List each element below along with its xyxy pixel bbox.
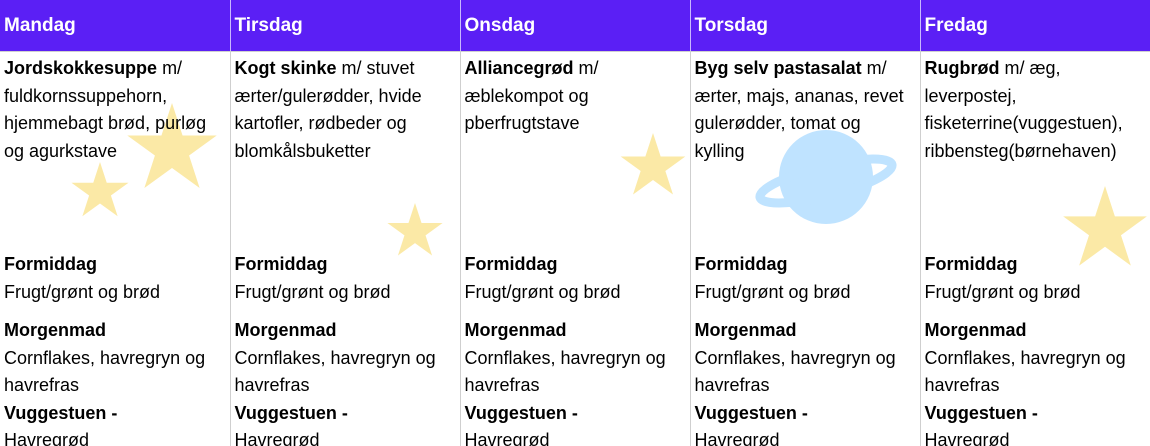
nursery-heading: Vuggestuen - [4, 402, 118, 423]
breakfast-text: Cornflakes, havregryn og havrefras [234, 347, 436, 396]
lunch-cell-tuesday: Kogt skinke m/ stuvet ærter/gulerødder, … [230, 51, 461, 248]
breakfast-text: Cornflakes, havregryn og havrefras [924, 347, 1126, 396]
breakfast-heading: Morgenmad [924, 320, 1027, 340]
weekday-header-row: Mandag Tirsdag Onsdag Torsdag Fredag [0, 0, 1150, 52]
lunch-row: Jordskokkesuppe m/ fuldkornssuppehorn, h… [0, 51, 1150, 249]
nursery-heading: Vuggestuen - [694, 402, 808, 423]
menu-sheet: Mandag Tirsdag Onsdag Torsdag Fredag Jor… [0, 0, 1150, 446]
nursery-heading: Vuggestuen - [464, 402, 578, 423]
lunch-dish: Kogt skinke [234, 58, 337, 78]
snack-heading: Formiddag [694, 254, 788, 274]
snack-text: Frugt/grønt og brød [234, 281, 391, 302]
day-header-thursday: Torsdag [690, 0, 921, 52]
lunch-cell-wednesday: Alliancegrød m/ æblekompot og pberfrugts… [460, 51, 691, 248]
meals-cell-wednesday: Formiddag Frugt/grønt og brød Morgenmad … [460, 248, 691, 446]
nursery-heading: Vuggestuen - [924, 402, 1038, 423]
weekly-menu-table: Mandag Tirsdag Onsdag Torsdag Fredag Jor… [0, 0, 1150, 446]
day-header-friday: Fredag [920, 0, 1150, 52]
meals-cell-thursday: Formiddag Frugt/grønt og brød Morgenmad … [690, 248, 921, 446]
lunch-cell-friday: Rugbrød m/ æg, leverpostej, fisketerrine… [920, 52, 1150, 249]
snack-text: Frugt/grønt og brød [4, 281, 161, 302]
snack-heading: Formiddag [924, 254, 1018, 274]
day-header-monday: Mandag [0, 0, 231, 52]
breakfast-text: Cornflakes, havregryn og havrefras [464, 347, 666, 396]
snack-text: Frugt/grønt og brød [464, 281, 621, 302]
nursery-text: Havregrød [4, 430, 90, 446]
lunch-dish: Alliancegrød [464, 58, 574, 78]
snack-heading: Formiddag [464, 254, 558, 274]
lunch-dish: Rugbrød [924, 58, 1000, 78]
nursery-text: Havregrød [694, 430, 780, 446]
lunch-dish: Byg selv pastasalat [694, 58, 862, 78]
nursery-text: Havregrød [924, 430, 1010, 446]
meals-cell-tuesday: Formiddag Frugt/grønt og brød Morgenmad … [230, 248, 461, 446]
nursery-heading: Vuggestuen - [234, 402, 348, 423]
nursery-text: Havregrød [234, 430, 320, 446]
meals-cell-friday: Formiddag Frugt/grønt og brød Morgenmad … [920, 248, 1150, 446]
day-header-wednesday: Onsdag [460, 0, 691, 52]
snack-text: Frugt/grønt og brød [694, 281, 851, 302]
breakfast-text: Cornflakes, havregryn og havrefras [694, 347, 896, 396]
breakfast-heading: Morgenmad [464, 320, 567, 340]
breakfast-text: Cornflakes, havregryn og havrefras [4, 347, 206, 396]
nursery-text: Havregrød [464, 430, 550, 446]
breakfast-heading: Morgenmad [234, 320, 337, 340]
breakfast-heading: Morgenmad [694, 320, 797, 340]
lunch-cell-thursday: Byg selv pastasalat m/ ærter, majs, anan… [690, 51, 921, 248]
lunch-dish: Jordskokkesuppe [4, 58, 158, 78]
snack-heading: Formiddag [234, 254, 328, 274]
breakfast-heading: Morgenmad [4, 320, 107, 340]
snack-text: Frugt/grønt og brød [924, 281, 1081, 302]
meals-row: Formiddag Frugt/grønt og brød Morgenmad … [0, 248, 1150, 446]
snack-heading: Formiddag [4, 254, 97, 274]
day-header-tuesday: Tirsdag [230, 0, 461, 52]
meals-cell-monday: Formiddag Frugt/grønt og brød Morgenmad … [0, 248, 231, 446]
lunch-cell-monday: Jordskokkesuppe m/ fuldkornssuppehorn, h… [0, 51, 231, 248]
